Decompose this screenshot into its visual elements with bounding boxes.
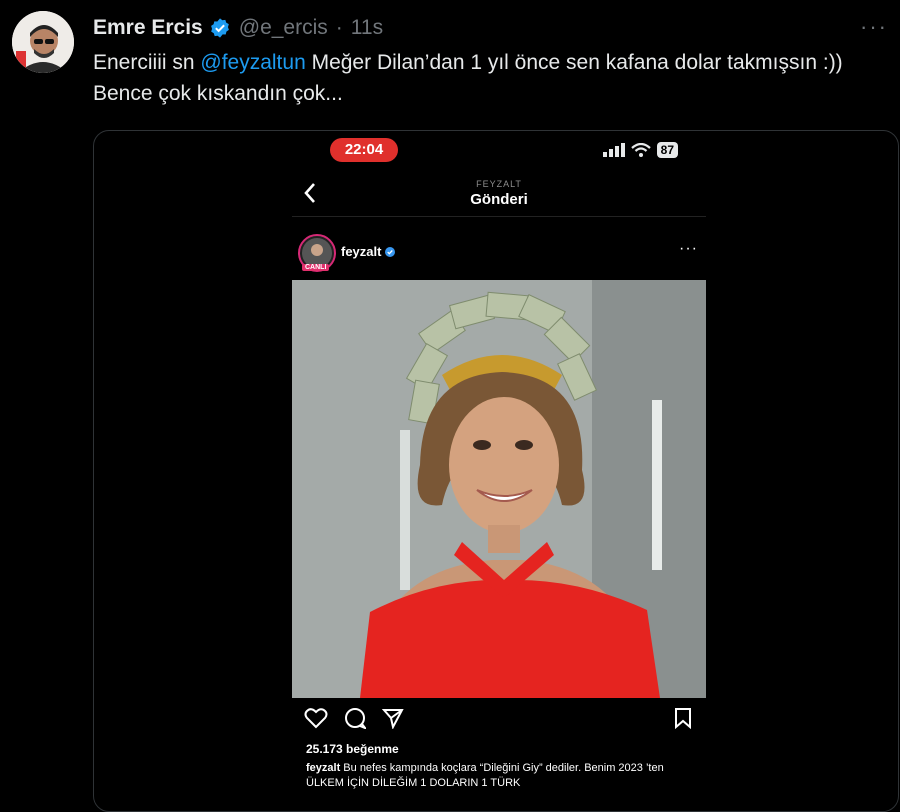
caption-username[interactable]: feyzalt bbox=[306, 762, 340, 774]
author-handle[interactable]: @e_ercis bbox=[239, 16, 328, 40]
live-badge: CANLI bbox=[302, 264, 330, 271]
verified-small-icon bbox=[385, 246, 396, 257]
header-divider bbox=[292, 216, 706, 217]
instagram-screenshot: 22:04 87 FEYZALT Gönderi CANLI feyzalt ·… bbox=[292, 132, 706, 796]
wifi-icon bbox=[630, 143, 651, 157]
page-title: Gönderi bbox=[470, 191, 528, 208]
author-avatar[interactable] bbox=[12, 11, 74, 73]
tweet-text: Enerciiii sn @feyzaltun Meğer Dilan’dan … bbox=[93, 47, 883, 109]
meta-separator: · bbox=[335, 16, 343, 39]
status-time: 22:04 bbox=[330, 138, 398, 162]
post-more-icon[interactable]: ··· bbox=[679, 240, 698, 258]
mention-link[interactable]: @feyzaltun bbox=[200, 51, 305, 74]
status-icons: 87 bbox=[602, 142, 678, 158]
tweet-text-part1: Enerciiii sn bbox=[93, 51, 201, 74]
avatar-photo bbox=[12, 11, 74, 73]
caption-text: Bu nefes kampında koçlara “Dileğini Giy”… bbox=[306, 762, 664, 789]
post-username[interactable]: feyzalt bbox=[341, 244, 396, 259]
more-icon[interactable]: ··· bbox=[860, 14, 888, 40]
post-username-text: feyzalt bbox=[341, 244, 382, 259]
tweet-time[interactable]: 11s bbox=[351, 16, 383, 40]
bookmark-icon[interactable] bbox=[674, 707, 692, 729]
battery-level: 87 bbox=[656, 142, 678, 158]
header-username: FEYZALT bbox=[476, 179, 522, 189]
woman-with-money-crown-photo bbox=[292, 280, 706, 698]
comment-icon[interactable] bbox=[344, 707, 366, 729]
signal-icon bbox=[602, 143, 625, 157]
author-name[interactable]: Emre Ercis bbox=[93, 16, 203, 40]
verified-badge-icon bbox=[210, 18, 229, 38]
heart-icon[interactable] bbox=[304, 707, 328, 729]
post-actions bbox=[304, 707, 404, 729]
share-icon[interactable] bbox=[382, 707, 404, 729]
tweet-header: Emre Ercis @e_ercis · 11s bbox=[93, 14, 383, 42]
like-count[interactable]: 25.173 beğenme bbox=[306, 742, 399, 756]
post-photo[interactable] bbox=[292, 280, 706, 698]
post-caption: feyzalt Bu nefes kampında koçlara “Dileğ… bbox=[306, 761, 696, 791]
